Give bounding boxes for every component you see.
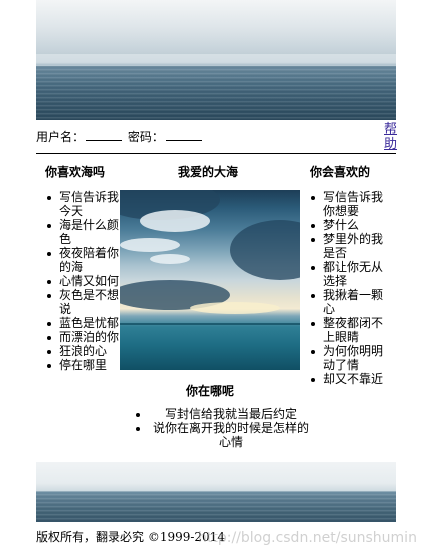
list-item: 写信告诉我你想要 bbox=[301, 190, 393, 218]
where-title: 你在哪呢 bbox=[186, 384, 235, 398]
list-item: 都让你无从选择 bbox=[301, 260, 393, 288]
right-lyrics-list: 写信告诉我你想要 梦什么 梦里外的我是否 都让你无从选择 我揪着一颗心 整夜都闭… bbox=[301, 190, 393, 386]
list-item: 夜夜陪着你的海 bbox=[37, 246, 123, 274]
password-label: 密码： bbox=[127, 130, 164, 144]
list-item: 梦什么 bbox=[301, 218, 393, 232]
bottom-sea-banner bbox=[36, 462, 396, 522]
list-item: 灰色是不想说 bbox=[37, 288, 123, 316]
list-item: 蓝色是忧郁 bbox=[37, 316, 123, 330]
list-item: 整夜都闭不上眼睛 bbox=[301, 316, 393, 344]
watermark: http://blog.csdn.net/sunshumin bbox=[198, 530, 417, 546]
divider-line bbox=[36, 153, 396, 154]
list-item: 却又不靠近 bbox=[301, 372, 393, 386]
help-link[interactable]: 帮助 bbox=[384, 122, 398, 152]
username-field[interactable] bbox=[86, 131, 123, 141]
center-column-title: 我爱的大海 bbox=[178, 165, 239, 179]
list-item: 心情又如何 bbox=[37, 274, 123, 288]
list-item: 停在哪里 bbox=[37, 358, 123, 372]
left-lyrics-list: 写信告诉我今天 海是什么颜色 夜夜陪着你的海 心情又如何 灰色是不想说 蓝色是忧… bbox=[37, 190, 123, 372]
list-item: 写封信给我就当最后约定 bbox=[130, 407, 310, 421]
sea-image bbox=[120, 190, 300, 370]
right-column-title: 你会喜欢的 bbox=[310, 165, 371, 179]
top-sea-banner bbox=[36, 0, 396, 120]
list-item: 写信告诉我今天 bbox=[37, 190, 123, 218]
password-field[interactable] bbox=[165, 131, 202, 141]
username-label: 用户名： bbox=[36, 130, 85, 144]
login-bar: 用户名： 密码： bbox=[36, 128, 204, 145]
list-item: 而漂泊的你 bbox=[37, 330, 123, 344]
list-item: 为何你明明动了情 bbox=[301, 344, 393, 372]
center-lyrics-list: 写封信给我就当最后约定 说你在离开我的时候是怎样的心情 bbox=[130, 407, 310, 449]
list-item: 我揪着一颗心 bbox=[301, 288, 393, 316]
list-item: 海是什么颜色 bbox=[37, 218, 123, 246]
list-item: 说你在离开我的时候是怎样的心情 bbox=[130, 421, 310, 449]
list-item: 狂浪的心 bbox=[37, 344, 123, 358]
left-column-title: 你喜欢海吗 bbox=[45, 165, 106, 179]
list-item: 梦里外的我是否 bbox=[301, 232, 393, 260]
copyright-footer: 版权所有，翻录必究 ©1999-2014 bbox=[36, 530, 225, 544]
